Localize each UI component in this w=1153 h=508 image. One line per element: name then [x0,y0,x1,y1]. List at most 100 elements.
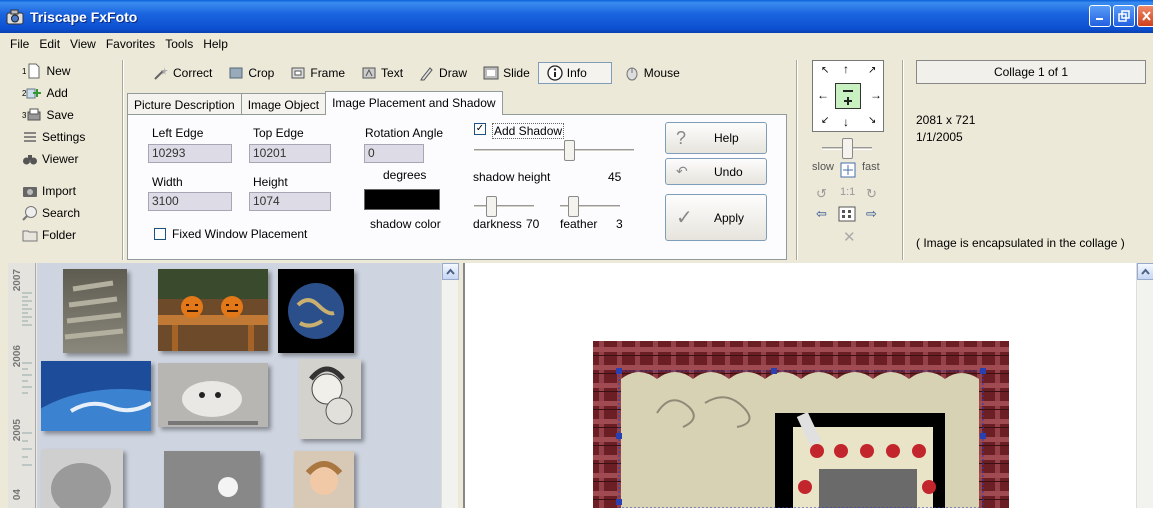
image-date: 1/1/2005 [916,130,963,144]
thumbnail-scrollbar[interactable] [441,263,459,508]
arrow-down-icon[interactable]: ↓ [843,115,849,129]
close-button[interactable] [1137,5,1153,27]
arrow-down-right-icon[interactable]: ↘ [868,115,876,126]
shadow-height-slider[interactable] [564,140,575,161]
add-button[interactable]: 2 Add [22,82,117,104]
tab-image-placement-and-shadow[interactable]: Image Placement and Shadow [325,91,503,115]
mouse-icon [626,67,638,81]
slide-label: Slide [503,66,530,80]
collage-canvas[interactable] [463,263,1136,508]
slow-label: slow [812,161,835,173]
save-button[interactable]: 3 Save [22,104,117,126]
height-field[interactable]: 1074 [249,192,331,211]
menu-tools[interactable]: Tools [165,37,193,51]
menu-edit[interactable]: Edit [39,37,60,51]
collage-image[interactable] [593,341,1009,508]
menu-favorites[interactable]: Favorites [106,37,155,51]
crop-button[interactable]: Crop [220,62,282,84]
settings-label: Settings [42,130,86,144]
tab-picture-description[interactable]: Picture Description [127,93,242,115]
grid-view-icon[interactable] [838,206,856,222]
canvas-scrollbar[interactable] [1136,263,1153,508]
scroll-up-button[interactable] [442,263,459,280]
frame-button[interactable]: Frame [282,62,353,84]
placement-panel: Left Edge 10293 Top Edge 10201 Rotation … [127,114,787,260]
remove-icon[interactable]: ✕ [843,228,856,246]
add-shadow-checkbox[interactable]: ✓ [474,123,486,135]
new-button[interactable]: 1 New [22,60,117,82]
pencil-icon [420,67,433,81]
settings-button[interactable]: Settings [22,126,117,148]
minimize-icon [1096,18,1103,20]
thumbnail-child-color[interactable] [294,451,354,508]
search-icon [22,206,37,221]
width-field[interactable]: 3100 [148,192,232,211]
info-button[interactable]: Info [537,62,612,84]
menu-view[interactable]: View [70,37,96,51]
title-bar: Triscape FxFoto [0,0,1153,33]
shadow-color-swatch[interactable] [364,189,440,210]
thumbnail-pumpkins[interactable] [158,269,268,351]
close-icon [1141,11,1151,21]
rotation-angle-field[interactable]: 0 [364,144,424,163]
thumbnail-moon[interactable] [164,451,260,508]
toolbar-area: 1 New 2 Add 3 Save Settings Viewer Impor… [0,56,1153,263]
actual-size-label[interactable]: 1:1 [840,186,855,198]
minimize-button[interactable] [1089,5,1111,27]
text-tool-icon [362,67,376,79]
rotate-left-icon[interactable]: ↺ [816,186,827,202]
folder-button[interactable]: Folder [22,224,117,246]
draw-button[interactable]: Draw [411,62,475,84]
search-button[interactable]: Search [22,202,117,224]
import-label: Import [42,184,77,198]
mouse-button[interactable]: Mouse [616,62,688,84]
previous-arrow-icon[interactable]: ⇦ [816,206,827,222]
arrow-up-left-icon[interactable]: ↖ [821,65,829,76]
thumbnail-earth-black[interactable] [278,269,354,353]
next-arrow-icon[interactable]: ⇨ [866,206,877,222]
darkness-slider[interactable] [486,196,497,217]
fit-window-icon[interactable] [840,162,856,178]
zoom-in-out-icon [843,90,853,105]
thumbnail-browser [37,263,441,508]
navigation-pad[interactable]: ↖ ↑ ↗ ← → ↙ ↓ ↘ [812,60,884,132]
rotate-right-icon[interactable]: ↻ [866,186,877,202]
divider [796,60,798,260]
camera-icon [6,9,24,24]
apply-button[interactable]: ✓ Apply [665,194,767,241]
thumbnail-child-bw[interactable] [41,449,123,508]
import-button[interactable]: Import [22,180,117,202]
arrow-right-icon[interactable]: → [870,88,882,102]
correct-button[interactable]: Correct [145,62,220,84]
left-edge-field[interactable]: 10293 [148,144,232,163]
info-label: Info [566,66,587,80]
maximize-button[interactable] [1113,5,1135,27]
menu-help[interactable]: Help [203,37,228,51]
speed-slider[interactable] [842,138,853,159]
arrow-left-icon[interactable]: ← [817,88,829,102]
fixed-window-checkbox[interactable] [154,228,166,240]
menu-file[interactable]: File [10,37,29,51]
timeline-ruler[interactable]: 2007 2006 2005 04 [8,263,36,508]
help-button[interactable]: ? Help [665,122,767,154]
feather-slider[interactable] [568,196,579,217]
arrow-up-right-icon[interactable]: ↗ [868,65,876,76]
scroll-up-button[interactable] [1137,263,1153,280]
tab-image-object[interactable]: Image Object [240,93,327,115]
feather-value: 3 [616,217,623,231]
undo-button[interactable]: ↶ Undo [665,158,767,185]
thumbnail-dog[interactable] [158,363,268,427]
thumbnail-earth-horizon[interactable] [41,361,151,431]
thumbnail-stone-steps[interactable] [63,269,127,353]
thumbnail-portrait-bw[interactable] [299,359,361,439]
viewer-button[interactable]: Viewer [22,148,117,170]
top-edge-field[interactable]: 10201 [249,144,331,163]
text-button[interactable]: Text [353,62,411,84]
zoom-center-pad[interactable] [835,83,861,109]
slide-button[interactable]: Slide [475,62,538,84]
shadow-height-value: 45 [608,170,622,184]
arrow-up-icon[interactable]: ↑ [843,62,849,76]
arrow-down-left-icon[interactable]: ↙ [821,115,829,126]
darkness-value: 70 [526,217,540,231]
menu-bar: File Edit View Favorites Tools Help [0,33,1153,55]
